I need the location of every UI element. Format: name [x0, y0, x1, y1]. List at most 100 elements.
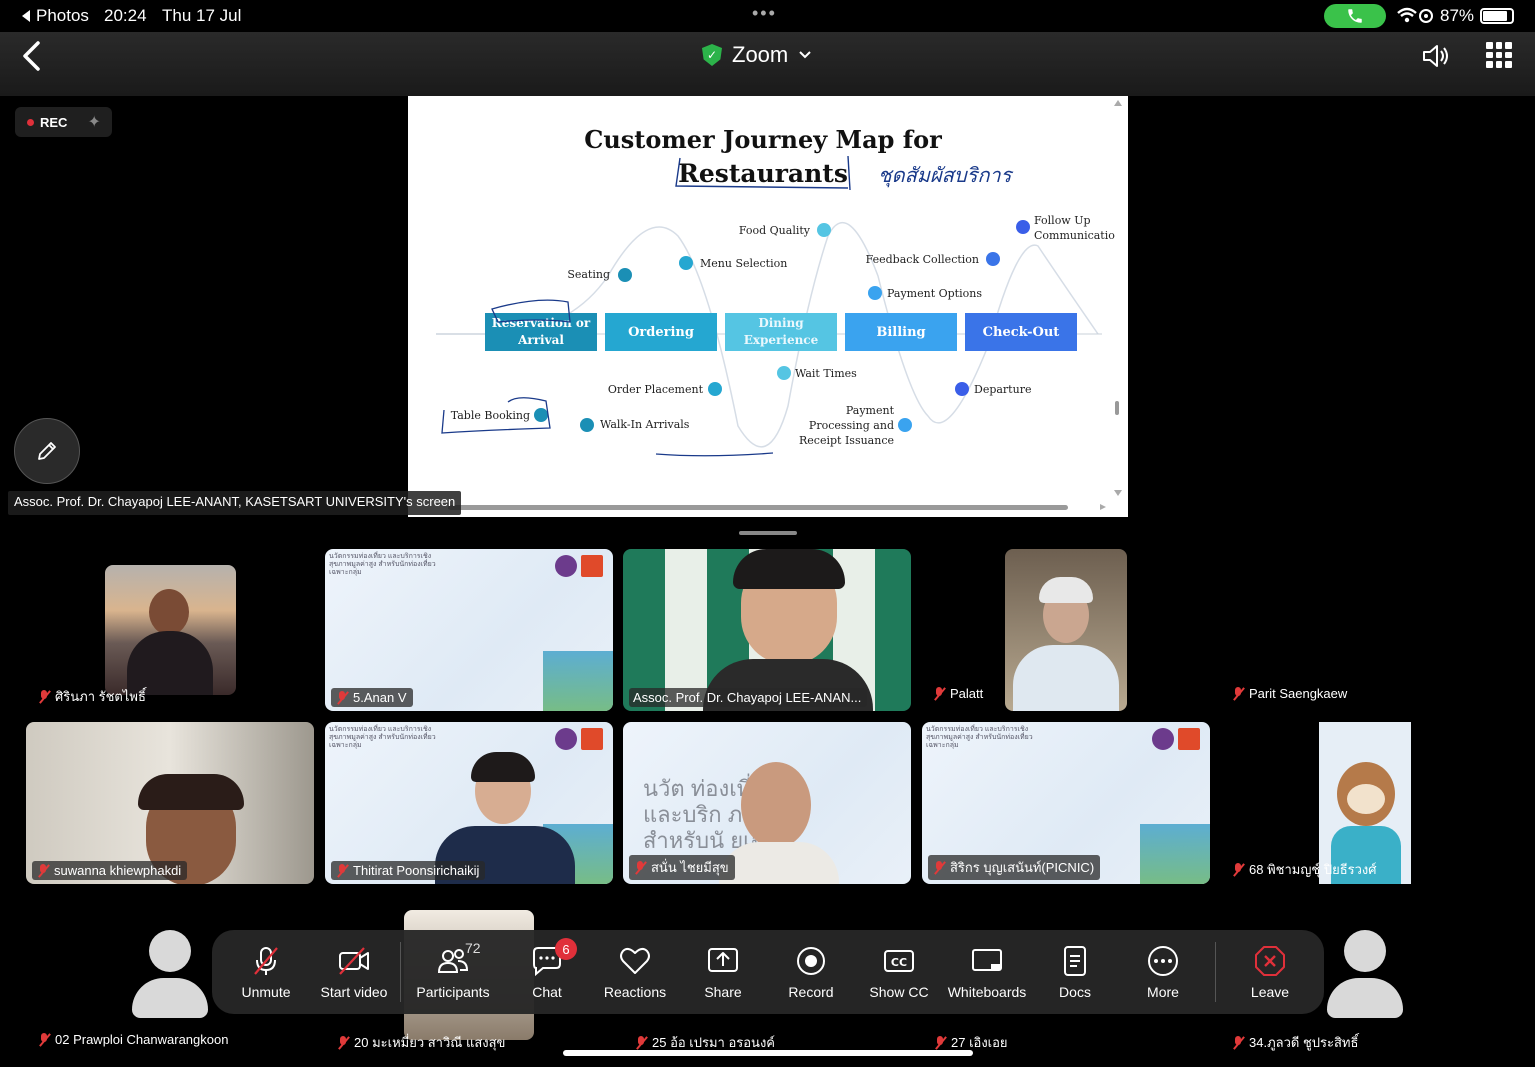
mic-muted-icon — [37, 1032, 51, 1047]
chat-button[interactable]: 6 Chat — [503, 930, 591, 1014]
participant-name-3: Assoc. Prof. Dr. Chayapoj LEE-ANAN... — [629, 688, 868, 707]
screen-owner-label: Assoc. Prof. Dr. Chayapoj LEE-ANANT, KAS… — [8, 491, 462, 515]
drag-handle[interactable] — [739, 531, 797, 535]
mic-muted-icon — [633, 860, 647, 875]
participant-video-7[interactable]: นวัตกรรมท่องเที่ยว และบริการเชิงสุขภาพมู… — [325, 722, 613, 884]
touchpoint-payment-processing: Payment Processing and Receipt Issuance — [799, 404, 895, 447]
participant-name-7: Thitirat Poonsirichaikij — [331, 861, 486, 880]
mic-muted-icon — [932, 860, 946, 875]
slide-caption: นวัตกรรมท่องเที่ยว และบริการเชิงสุขภาพมู… — [329, 553, 436, 576]
touchpoint-wait-times: Wait Times — [795, 367, 857, 380]
participant-name-8: สนั่น ไชยมีสุข — [629, 855, 735, 880]
leave-icon — [1255, 946, 1285, 976]
phone-icon — [1348, 9, 1362, 23]
participant-name-5: Parit Saengkaew — [1231, 686, 1347, 701]
share-screen-icon — [708, 948, 738, 972]
participant-name-12: 20 มะเหมี่ยว สาวิณี แสงสุข — [336, 1032, 505, 1053]
mic-muted-icon — [37, 689, 51, 704]
participant-name-10: 68 พิชามญชุ์ ปิยธีรวงศ์ — [1231, 859, 1377, 880]
more-dots-icon — [1148, 946, 1178, 976]
annotate-button[interactable] — [14, 418, 80, 484]
mic-muted-icon — [36, 863, 50, 878]
participant-name-15: 34.ภูลวดี ชูประสิทธิ์ — [1231, 1032, 1358, 1053]
handwritten-annotation: ชุดสัมผัสบริการ — [878, 163, 1014, 188]
participant-video-1[interactable] — [105, 565, 236, 695]
toolbar-separator — [1215, 942, 1216, 1002]
whiteboard-icon — [972, 949, 1002, 971]
svg-text:CC: CC — [891, 956, 907, 969]
record-icon — [797, 947, 825, 975]
participant-video-3[interactable]: Assoc. Prof. Dr. Chayapoj LEE-ANAN... — [623, 549, 911, 711]
multitask-dots-icon[interactable]: ••• — [752, 3, 777, 24]
unmute-button[interactable]: Unmute — [222, 930, 310, 1014]
mic-muted-icon — [1231, 686, 1245, 701]
mic-muted-icon — [1231, 862, 1245, 877]
wifi-icon — [1397, 7, 1433, 23]
mic-muted-icon — [933, 1035, 947, 1050]
participant-avatar-11[interactable] — [132, 930, 208, 1018]
home-indicator[interactable] — [563, 1050, 973, 1056]
record-dot-icon — [27, 118, 34, 126]
show-cc-button[interactable]: CC Show CC — [855, 930, 943, 1014]
speaker-icon[interactable] — [1420, 40, 1452, 72]
chevron-left-icon[interactable] — [20, 40, 44, 72]
record-button[interactable]: Record — [767, 930, 855, 1014]
battery-icon — [1480, 8, 1515, 24]
meeting-toolbar: Unmute Start video 72 Participants 6 Cha… — [212, 930, 1324, 1014]
meeting-title[interactable]: ✓ Zoom — [702, 42, 812, 68]
active-call-pill[interactable] — [1324, 4, 1386, 28]
participant-name-1: ศิรินภา รัชตไพธิ์ — [37, 686, 146, 707]
slide-title-line2: Restaurants — [678, 159, 848, 188]
touchpoint-follow-up: Follow Up Communicatio — [1034, 214, 1115, 242]
docs-button[interactable]: Docs — [1031, 930, 1119, 1014]
touchpoint-seating: Seating — [567, 268, 610, 281]
touchpoint-order-placement: Order Placement — [608, 383, 704, 396]
participant-video-2[interactable]: นวัตกรรมท่องเที่ยว และบริการเชิงสุขภาพมู… — [325, 549, 613, 711]
mic-muted-icon — [932, 686, 946, 701]
back-to-app[interactable]: Photos — [22, 6, 89, 26]
security-shield-icon: ✓ — [702, 44, 722, 66]
back-app-label: Photos — [36, 6, 89, 25]
participant-video-9[interactable]: นวัตกรรมท่องเที่ยว และบริการเชิงสุขภาพมู… — [922, 722, 1210, 884]
mic-muted-icon — [1231, 1035, 1245, 1050]
participant-video-4[interactable] — [1005, 549, 1127, 711]
start-video-button[interactable]: Start video — [310, 930, 398, 1014]
participant-name-2: 5.Anan V — [331, 688, 413, 707]
gallery-grid-icon[interactable] — [1486, 42, 1512, 68]
reactions-button[interactable]: Reactions — [591, 930, 679, 1014]
document-icon — [1064, 946, 1086, 976]
battery: 87% — [1440, 6, 1515, 26]
touchpoint-food-quality: Food Quality — [739, 224, 811, 237]
mic-muted-icon — [634, 1035, 648, 1050]
heart-icon — [620, 947, 650, 974]
recording-indicator[interactable]: REC ✦ — [15, 107, 112, 137]
shared-screen[interactable]: Customer Journey Map for Restaurants ชุด… — [408, 96, 1128, 517]
mic-muted-icon — [336, 1035, 350, 1050]
whiteboards-button[interactable]: Whiteboards — [943, 930, 1031, 1014]
participants-count: 72 — [465, 940, 481, 956]
more-button[interactable]: More — [1119, 930, 1207, 1014]
touchpoint-menu-selection: Menu Selection — [700, 257, 787, 270]
pencil-icon — [38, 442, 56, 460]
share-button[interactable]: Share — [679, 930, 767, 1014]
status-bar: Photos 20:24 Thu 17 Jul ••• 87% — [0, 0, 1535, 32]
participant-video-6[interactable]: suwanna khiewphakdi — [26, 722, 314, 884]
mic-muted-icon — [335, 690, 349, 705]
stage-2-label: Ordering — [628, 325, 694, 340]
chat-unread-badge: 6 — [555, 938, 577, 960]
participant-name-6: suwanna khiewphakdi — [32, 861, 188, 880]
participant-video-8[interactable]: นวัต ท่องเที่ยว และบริก ภาพมูล สำหรับนั ยเ… — [623, 722, 911, 884]
video-off-icon — [339, 947, 369, 975]
participants-button[interactable]: 72 Participants — [403, 930, 503, 1014]
meeting-title-label: Zoom — [732, 42, 789, 67]
journey-map-slide: Customer Journey Map for Restaurants ชุด… — [436, 100, 1122, 510]
meeting-top-bar: ✓ Zoom — [0, 32, 1535, 96]
touchpoint-feedback: Feedback Collection — [866, 253, 979, 266]
participant-avatar-15[interactable] — [1327, 930, 1403, 1018]
leave-button[interactable]: Leave — [1218, 930, 1322, 1014]
stage-4-label: Billing — [876, 325, 925, 340]
participant-name-11: 02 Prawploi Chanwarangkoon — [37, 1032, 228, 1047]
mic-muted-icon — [335, 863, 349, 878]
touchpoint-walk-in: Walk-In Arrivals — [600, 418, 690, 431]
chevron-down-icon — [799, 51, 811, 59]
